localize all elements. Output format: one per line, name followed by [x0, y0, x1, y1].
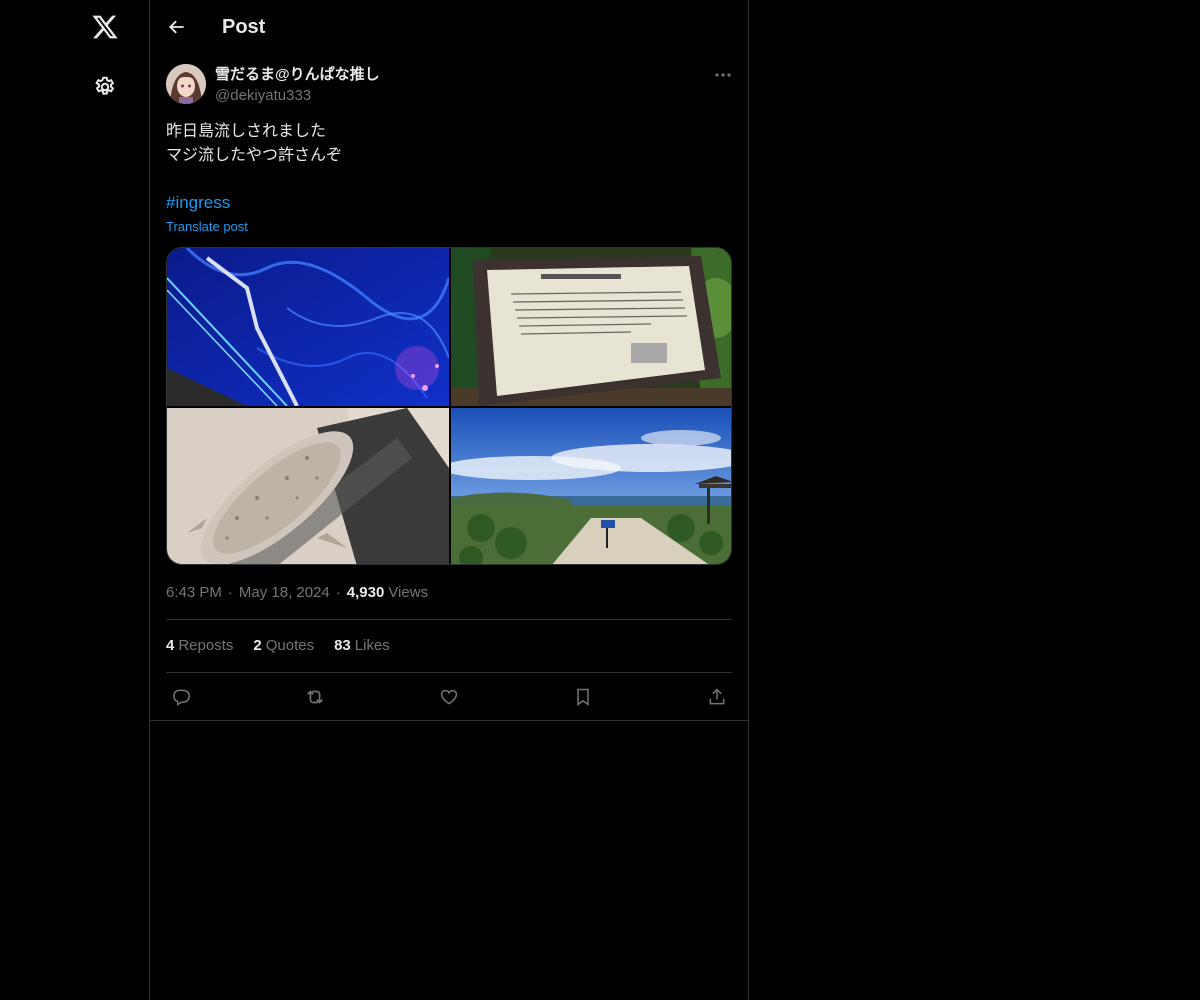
- quotes-label: Quotes: [265, 637, 315, 654]
- quotes-count: 2: [253, 637, 262, 654]
- views-count: 4,930: [346, 584, 385, 601]
- likes-stat[interactable]: 83 Likes: [334, 636, 390, 656]
- repost-icon[interactable]: [302, 684, 328, 710]
- reposts-count: 4: [166, 637, 175, 654]
- likes-label: Likes: [354, 637, 390, 654]
- x-logo-icon[interactable]: [88, 10, 122, 44]
- like-icon[interactable]: [436, 684, 462, 710]
- views-label: Views: [388, 584, 429, 601]
- media-grid: [166, 247, 732, 565]
- bookmark-icon[interactable]: [570, 684, 596, 710]
- action-bar: [166, 684, 732, 710]
- back-arrow-icon[interactable]: [164, 14, 190, 40]
- post-date[interactable]: May 18, 2024: [239, 583, 330, 603]
- more-options-icon[interactable]: [710, 64, 736, 86]
- media-photo-info-sign[interactable]: [451, 248, 731, 406]
- media-photo-ingress-map[interactable]: [167, 248, 449, 406]
- meta-separator: ·: [227, 584, 233, 601]
- page-header: Post: [150, 0, 748, 54]
- likes-count: 83: [334, 637, 351, 654]
- main-column: Post 雪だるま@りんぱな推し @dekiyatu333 昨日島流しされました…: [149, 0, 749, 1000]
- post-time[interactable]: 6:43 PM: [166, 583, 222, 603]
- divider: [166, 672, 732, 673]
- gear-icon[interactable]: [90, 72, 120, 102]
- hashtag-link[interactable]: #ingress: [166, 191, 230, 215]
- left-nav: [0, 0, 149, 1000]
- post-text-line: マジ流したやつ許さんぞ: [166, 145, 343, 164]
- reposts-stat[interactable]: 4 Reposts: [166, 636, 233, 656]
- post-text-line: 昨日島流しされました: [166, 121, 327, 140]
- avatar[interactable]: [166, 64, 206, 104]
- quotes-stat[interactable]: 2 Quotes: [253, 636, 314, 656]
- reply-icon[interactable]: [168, 684, 194, 710]
- divider: [150, 720, 748, 721]
- post-meta: 6:43 PM · May 18, 2024 · 4,930 Views: [166, 583, 428, 603]
- reposts-label: Reposts: [178, 637, 234, 654]
- divider: [166, 619, 732, 620]
- translate-post-link[interactable]: Translate post: [166, 219, 248, 235]
- media-photo-seal[interactable]: [167, 408, 449, 564]
- post-text: 昨日島流しされました マジ流したやつ許さんぞ: [166, 119, 732, 167]
- author-display-name[interactable]: 雪だるま@りんぱな推し: [215, 65, 380, 85]
- meta-separator: ·: [335, 584, 341, 601]
- post-stats: 4 Reposts 2 Quotes 83 Likes: [166, 636, 390, 656]
- author-handle[interactable]: @dekiyatu333: [215, 86, 311, 106]
- share-icon[interactable]: [704, 684, 730, 710]
- media-photo-landscape[interactable]: [451, 408, 731, 564]
- page-title: Post: [222, 16, 266, 38]
